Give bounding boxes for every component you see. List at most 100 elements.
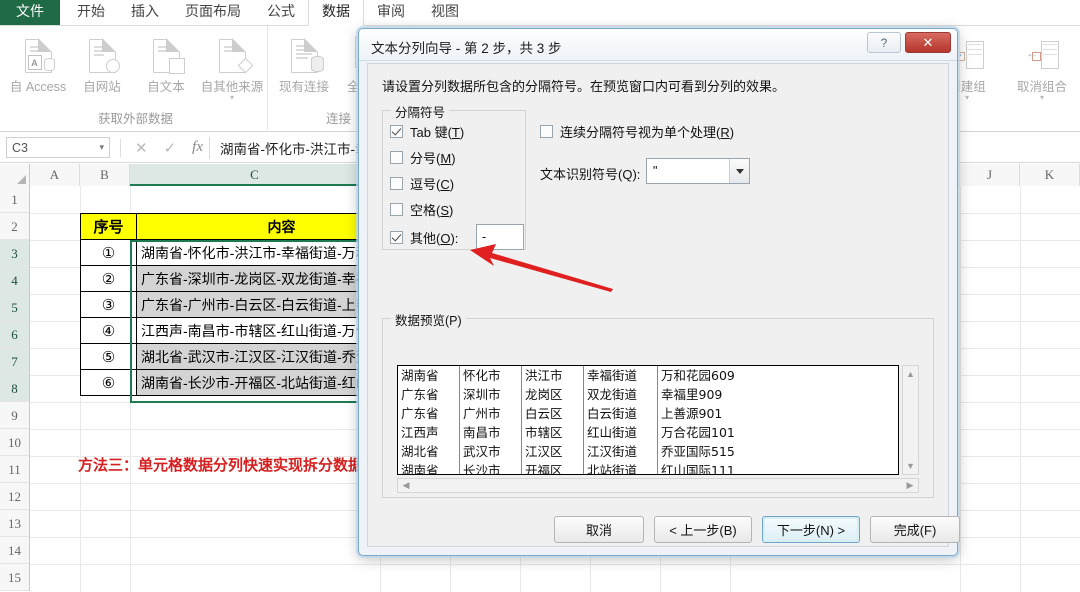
preview-cell: 北站街道 — [584, 461, 658, 474]
preview-horizontal-scrollbar[interactable]: ◀ ▶ — [397, 478, 919, 493]
column-header-A[interactable]: A — [30, 164, 80, 186]
checkbox-tab[interactable]: Tab 键(T) — [390, 122, 464, 141]
row-header-10[interactable]: 10 — [0, 429, 29, 456]
other-delimiter-input[interactable]: - — [476, 224, 524, 250]
row-header-1[interactable]: 1 — [0, 186, 29, 213]
checkbox-consecutive-accel: R — [720, 125, 730, 140]
ribbon-button-from-text[interactable]: 自文本 — [134, 32, 198, 94]
tab-page-layout[interactable]: 页面布局 — [172, 0, 254, 25]
scroll-down-icon[interactable]: ▼ — [903, 459, 918, 473]
preview-cell: 江汉区 — [522, 442, 584, 461]
checkbox-semicolon[interactable]: 分号(M) — [390, 148, 456, 167]
preview-cell: 白云街道 — [584, 404, 658, 423]
data-preview-pane[interactable]: 湖南省 怀化市 洪江市 幸福街道 万和花园609 广东省 深圳市 龙岗区 双龙街… — [397, 365, 899, 475]
chevron-down-icon[interactable] — [729, 159, 749, 183]
tab-review-label: 审阅 — [377, 3, 405, 19]
chevron-down-icon[interactable]: ▾ — [1003, 94, 1080, 102]
row-header-3[interactable]: 3 — [0, 240, 29, 267]
cancel-button[interactable]: 取消 — [554, 516, 644, 543]
row-header-4[interactable]: 4 — [0, 267, 29, 294]
column-header-K[interactable]: K — [1020, 164, 1080, 186]
ribbon-button-from-web[interactable]: 自网站 — [70, 32, 134, 94]
scroll-right-icon[interactable]: ▶ — [903, 479, 917, 492]
tab-view[interactable]: 视图 — [418, 0, 472, 25]
row-header-8[interactable]: 8 — [0, 375, 29, 402]
data-preview-group-label: 数据预览(P) — [391, 310, 466, 329]
tab-home-label: 开始 — [77, 3, 105, 19]
row-header-5[interactable]: 5 — [0, 294, 29, 321]
checkbox-tab-box[interactable] — [390, 125, 403, 138]
close-icon: ✕ — [922, 34, 934, 50]
preview-cell: 江汉街道 — [584, 442, 658, 461]
tab-home[interactable]: 开始 — [64, 0, 118, 25]
checkbox-space-box[interactable] — [390, 203, 403, 216]
column-header-C[interactable]: C — [130, 164, 380, 186]
row-header-14[interactable]: 14 — [0, 537, 29, 564]
back-button-label: < 上一步(B) — [669, 523, 737, 538]
checkbox-space-accel: S — [440, 203, 450, 218]
dialog-body: 请设置分列数据所包含的分隔符号。在预览窗口内可看到分列的效果。 分隔符号 Tab… — [367, 63, 960, 547]
delimiters-group-label: 分隔符号 — [391, 102, 450, 121]
chevron-down-icon[interactable]: ▾ — [196, 94, 268, 102]
row-header-4-label: 4 — [11, 273, 18, 288]
tab-review[interactable]: 审阅 — [364, 0, 418, 25]
help-button[interactable]: ? — [867, 32, 901, 53]
ribbon-button-ungroup[interactable]: ← 取消组合 ▾ — [1003, 32, 1080, 102]
tab-formulas[interactable]: 公式 — [254, 0, 308, 25]
checkbox-space[interactable]: 空格(S) — [390, 200, 453, 219]
tab-file[interactable]: 文件 — [0, 0, 60, 25]
table-cell-index: ② — [80, 265, 137, 292]
column-header-J[interactable]: J — [960, 164, 1020, 186]
preview-row: 江西声 南昌市 市辖区 红山街道 万合花园101 — [398, 423, 898, 442]
back-button[interactable]: < 上一步(B) — [654, 516, 752, 543]
next-button[interactable]: 下一步(N) > — [762, 516, 860, 543]
close-button[interactable]: ✕ — [905, 32, 951, 53]
finish-button[interactable]: 完成(F) — [870, 516, 960, 543]
text-import-icon — [134, 32, 198, 80]
checkbox-other[interactable]: 其他(O): — [390, 228, 458, 247]
checkbox-consecutive-text: 连续分隔符号视为单个处理( — [560, 125, 721, 140]
scroll-up-icon[interactable]: ▲ — [903, 367, 918, 381]
row-header-11[interactable]: 11 — [0, 456, 29, 483]
ribbon-button-from-access[interactable]: A 自 Access — [6, 32, 70, 94]
checkbox-other-box[interactable] — [390, 231, 403, 244]
ribbon-group-external-data: A 自 Access 自网站 自文本 自其他来源 ▾ 获取外部数据 — [4, 26, 268, 130]
name-box[interactable]: C3 ▾ — [6, 137, 110, 158]
ribbon-button-from-other-sources[interactable]: 自其他来源 ▾ — [196, 32, 268, 102]
other-sources-icon — [196, 32, 268, 80]
existing-connections-icon — [272, 32, 336, 80]
checkbox-consecutive-delimiters-box[interactable] — [540, 125, 553, 138]
checkbox-comma[interactable]: 逗号(C) — [390, 174, 454, 193]
checkbox-semicolon-label: 分号(M) — [410, 151, 456, 166]
checkbox-semicolon-box[interactable] — [390, 151, 403, 164]
row-header-7[interactable]: 7 — [0, 348, 29, 375]
preview-cell: 市辖区 — [522, 423, 584, 442]
cancel-edit-icon[interactable]: ✕ — [135, 139, 148, 157]
select-all-corner[interactable] — [0, 164, 30, 186]
preview-vertical-scrollbar[interactable]: ▲ ▼ — [902, 365, 919, 475]
row-header-12[interactable]: 12 — [0, 483, 29, 510]
tab-data[interactable]: 数据 — [308, 0, 364, 26]
insert-function-icon[interactable]: fx — [192, 139, 203, 156]
text-qualifier-label-text: 文本识别符号(Q): — [540, 167, 641, 182]
row-header-9[interactable]: 9 — [0, 402, 29, 429]
ribbon-button-existing-connections[interactable]: 现有连接 — [272, 32, 336, 94]
row-header-2[interactable]: 2 — [0, 213, 29, 240]
confirm-edit-icon[interactable]: ✓ — [164, 139, 177, 157]
row-header-13[interactable]: 13 — [0, 510, 29, 537]
checkbox-comma-box[interactable] — [390, 177, 403, 190]
scroll-left-icon[interactable]: ◀ — [399, 479, 413, 492]
checkbox-consecutive-delimiters[interactable]: 连续分隔符号视为单个处理(R) — [540, 122, 734, 141]
row-header-6[interactable]: 6 — [0, 321, 29, 348]
text-qualifier-combo[interactable]: " — [646, 158, 750, 184]
preview-cell: 红山国际111 — [661, 463, 735, 475]
ungroup-icon: ← — [1003, 32, 1080, 80]
preview-cell: 洪江市 — [522, 366, 584, 385]
tab-insert[interactable]: 插入 — [118, 0, 172, 25]
row-header-15[interactable]: 15 — [0, 564, 29, 591]
column-header-B[interactable]: B — [80, 164, 130, 186]
tab-data-label: 数据 — [322, 3, 350, 19]
cancel-button-label: 取消 — [585, 523, 612, 538]
column-header-C-label: C — [250, 167, 259, 182]
chevron-down-icon[interactable]: ▾ — [99, 142, 104, 153]
